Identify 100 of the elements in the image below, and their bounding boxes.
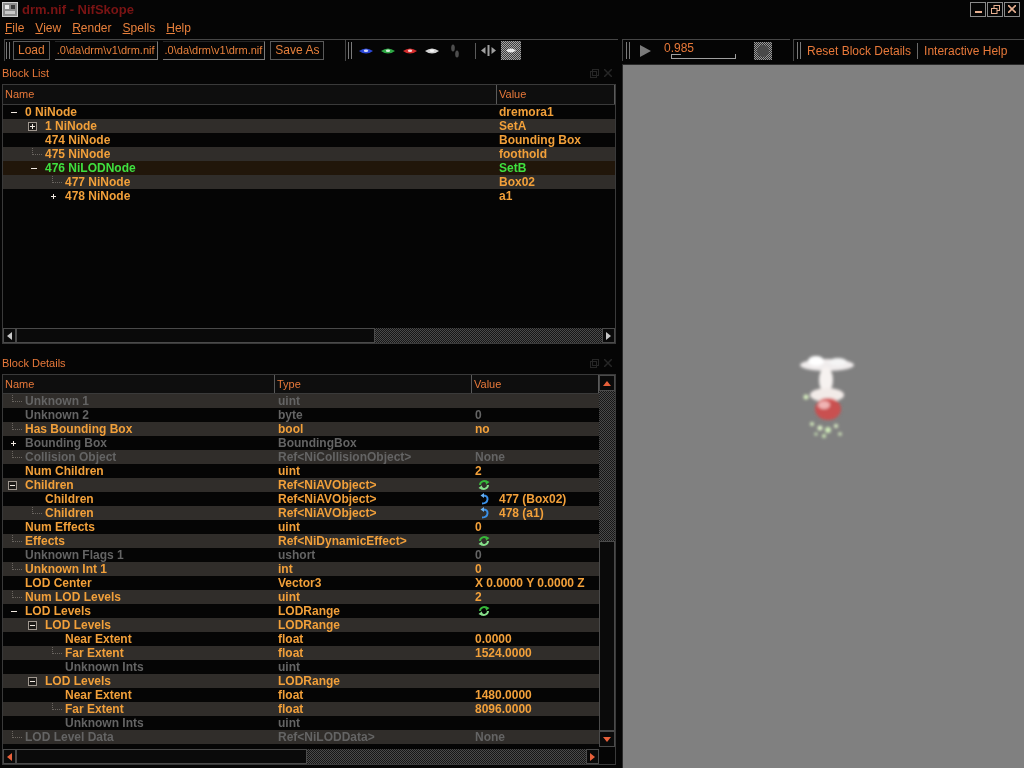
tree-row[interactable]: LOD Levels LODRange [3, 674, 599, 688]
node-name: 478 NiNode [65, 189, 131, 203]
eye-icon[interactable] [403, 47, 417, 54]
tree-row[interactable]: Children Ref<NiAVObject> [3, 478, 599, 492]
play-icon[interactable] [640, 44, 651, 57]
tree-row[interactable]: Children Ref<NiAVObject> 477 (Box02) [3, 492, 599, 506]
tree-line [52, 175, 62, 183]
path-field[interactable]: .0\da\drm\v1\drm.nif [54, 41, 158, 60]
close-button[interactable] [1004, 1, 1020, 17]
scroll-right-button[interactable] [602, 328, 615, 343]
field-value: 2 [475, 590, 482, 604]
tree-row[interactable]: Num LOD Levels uint 2 [3, 590, 599, 604]
field-type: ushort [278, 548, 316, 562]
column-header[interactable]: Value [497, 85, 615, 104]
toolbar-handle[interactable] [626, 42, 630, 59]
minimize-icon [974, 10, 982, 13]
tree-row[interactable]: 474 NiNode Bounding Box [3, 133, 615, 147]
restore-button[interactable] [987, 1, 1003, 17]
checkered-tile-icon[interactable] [501, 41, 521, 60]
minus-icon[interactable] [11, 610, 17, 612]
tree-row[interactable]: LOD Center Vector3 X 0.0000 Y 0.0000 Z [3, 576, 599, 590]
toolbar-handle[interactable] [797, 42, 801, 59]
horizontal-arrows-icon[interactable] [481, 45, 496, 56]
minus-icon[interactable] [8, 480, 17, 490]
eye-icon[interactable] [425, 47, 439, 54]
tree-row[interactable]: 476 NiLODNode SetB [3, 161, 615, 175]
field-type: int [278, 562, 293, 576]
tree-line [32, 506, 42, 514]
tree-row[interactable]: Near Extent float 1480.0000 [3, 688, 599, 702]
field-type: float [278, 646, 304, 660]
eye-icon[interactable] [359, 47, 373, 54]
load-button[interactable]: Load [13, 41, 50, 60]
scroll-up-button[interactable] [599, 375, 615, 391]
minus-icon[interactable] [28, 620, 37, 630]
plus-icon[interactable] [51, 193, 56, 199]
tree-line [52, 702, 62, 710]
tree-row[interactable]: LOD Levels LODRange [3, 604, 599, 618]
field-value: X 0.0000 Y 0.0000 Z [475, 576, 585, 590]
tree-row[interactable]: 477 NiNode Box02 [3, 175, 615, 189]
scrollbar-thumb[interactable] [16, 328, 375, 343]
column-header[interactable]: Name [3, 85, 497, 104]
column-header[interactable]: Type [275, 375, 472, 393]
field-name: Children [25, 478, 74, 492]
field-name: Far Extent [65, 702, 124, 716]
tree-row[interactable]: 1 NiNode SetA [3, 119, 615, 133]
menu-item[interactable]: View [35, 19, 62, 37]
field-value: 1524.0000 [475, 646, 532, 660]
tree-row[interactable]: Num Effects uint 0 [3, 520, 599, 534]
tree-row[interactable]: Children Ref<NiAVObject> 478 (a1) [3, 506, 599, 520]
triangle-right-icon [606, 331, 611, 340]
tree-row[interactable]: Far Extent float 1524.0000 [3, 646, 599, 660]
scroll-right-button[interactable] [586, 749, 599, 764]
toolbar-handle[interactable] [6, 42, 10, 59]
path-field[interactable]: .0\da\drm\v1\drm.nif [162, 41, 266, 60]
triangle-left-icon [7, 331, 12, 340]
minimize-button[interactable] [970, 1, 986, 17]
minus-icon[interactable] [31, 167, 37, 169]
menu-item[interactable]: Spells [122, 19, 156, 37]
menu-item[interactable]: Render [72, 19, 112, 37]
menu-item[interactable]: Help [166, 19, 191, 37]
checkered-circle-icon[interactable] [754, 41, 772, 60]
field-name: Unknown Ints [65, 660, 144, 674]
menu-item[interactable]: File [5, 19, 25, 37]
minus-icon[interactable] [28, 676, 37, 686]
tree-row[interactable]: 475 NiNode foothold [3, 147, 615, 161]
tree-row[interactable]: Far Extent float 8096.0000 [3, 702, 599, 716]
slider-thumb[interactable] [671, 54, 681, 58]
field-value: None [475, 450, 505, 464]
field-value: no [475, 422, 490, 436]
scrollbar-thumb[interactable] [16, 749, 307, 764]
tree-row[interactable]: LOD Levels LODRange [3, 618, 599, 632]
close-icon [1008, 5, 1016, 13]
toolbar-button[interactable]: Reset Block Details [807, 41, 912, 60]
column-header[interactable]: Name [3, 375, 275, 393]
tree-row[interactable]: Has Bounding Box bool no [3, 422, 599, 436]
eye-icon[interactable] [381, 47, 395, 54]
cycle-arrows-icon [478, 479, 490, 491]
scroll-left-button[interactable] [3, 749, 16, 764]
field-name: Children [45, 506, 94, 520]
save-as-button[interactable]: Save As [270, 41, 325, 60]
scrollbar-thumb[interactable] [599, 541, 615, 731]
tree-row[interactable]: Unknown Int 1 int 0 [3, 562, 599, 576]
field-type: Vector3 [278, 576, 322, 590]
node-name: 475 NiNode [45, 147, 111, 161]
field-name: Unknown 2 [25, 408, 89, 422]
field-name: Has Bounding Box [25, 422, 133, 436]
scroll-down-button[interactable] [599, 731, 615, 747]
toolbar-button[interactable]: Interactive Help [924, 41, 1008, 60]
plus-icon[interactable] [28, 121, 37, 131]
toolbar-handle[interactable] [348, 42, 352, 59]
time-slider[interactable] [671, 54, 736, 59]
tree-row[interactable]: Near Extent float 0.0000 [3, 632, 599, 646]
tree-row[interactable]: 0 NiNode dremora1 [3, 105, 615, 119]
field-type: uint [278, 520, 300, 534]
node-name: 0 NiNode [25, 105, 77, 119]
tree-row[interactable]: 478 NiNode a1 [3, 189, 615, 203]
tree-row[interactable]: Num Children uint 2 [3, 464, 599, 478]
tree-row[interactable]: Effects Ref<NiDynamicEffect> [3, 534, 599, 548]
scroll-left-button[interactable] [3, 328, 16, 343]
minus-icon[interactable] [11, 111, 17, 113]
